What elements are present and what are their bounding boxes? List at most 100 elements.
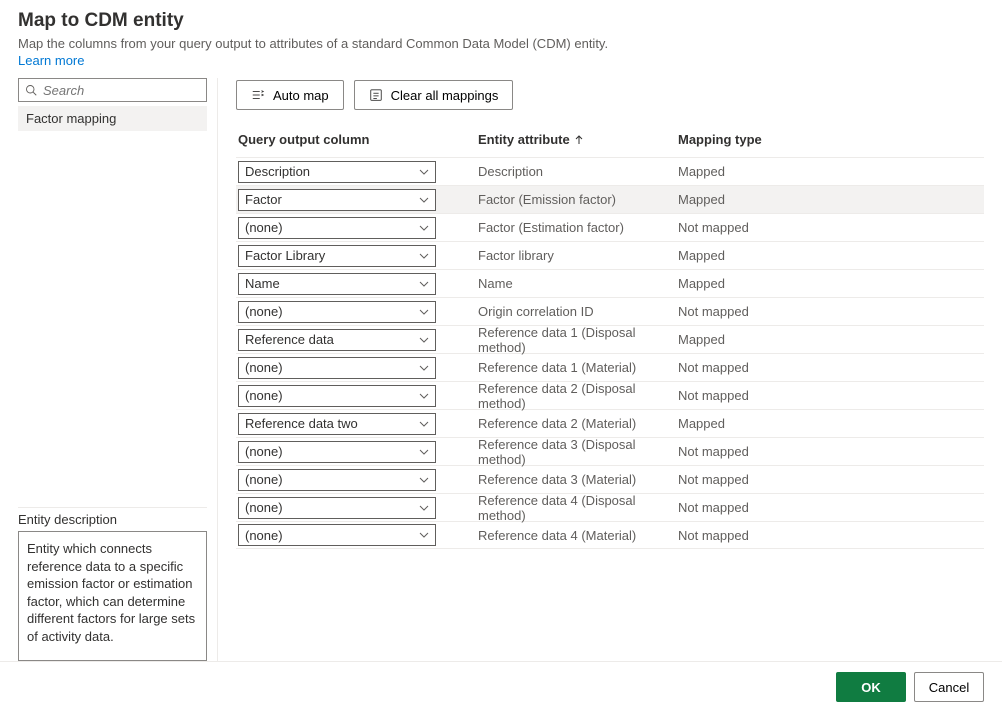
chevron-down-icon	[419, 279, 429, 289]
entity-attribute-value: Reference data 3 (Disposal method)	[476, 437, 676, 467]
dropdown-value: (none)	[245, 444, 283, 459]
dropdown-value: (none)	[245, 500, 283, 515]
mapping-type-value: Not mapped	[676, 444, 796, 459]
mapping-type-value: Not mapped	[676, 220, 796, 235]
table-row[interactable]: (none) Reference data 3 (Material)Not map…	[236, 465, 984, 493]
mapping-type-value: Not mapped	[676, 500, 796, 515]
chevron-down-icon	[419, 167, 429, 177]
dropdown-value: (none)	[245, 528, 283, 543]
entity-attribute-value: Reference data 4 (Material)	[476, 528, 676, 543]
table-row[interactable]: (none) Reference data 3 (Disposal method)…	[236, 437, 984, 465]
mapping-type-value: Mapped	[676, 164, 796, 179]
clear-all-label: Clear all mappings	[391, 88, 499, 103]
table-row[interactable]: Reference data two Reference data 2 (Mate…	[236, 409, 984, 437]
cancel-button[interactable]: Cancel	[914, 672, 984, 702]
auto-map-icon	[251, 88, 265, 102]
table-row[interactable]: Reference data Reference data 1 (Disposal…	[236, 325, 984, 353]
entity-attribute-value: Factor (Emission factor)	[476, 192, 676, 207]
entity-attribute-value: Name	[476, 276, 676, 291]
query-output-dropdown[interactable]: (none)	[238, 217, 436, 239]
table-row[interactable]: (none)Origin correlation IDNot mapped	[236, 297, 984, 325]
entity-attribute-value: Reference data 3 (Material)	[476, 472, 676, 487]
dropdown-value: (none)	[245, 304, 283, 319]
mapping-type-value: Not mapped	[676, 472, 796, 487]
chevron-down-icon	[419, 251, 429, 261]
mapping-type-value: Not mapped	[676, 528, 796, 543]
table-row[interactable]: (none) Reference data 4 (Material)Not map…	[236, 521, 984, 549]
search-input[interactable]	[37, 82, 223, 99]
sort-asc-icon	[574, 135, 584, 145]
entity-attribute-value: Reference data 1 (Disposal method)	[476, 325, 676, 355]
chevron-down-icon	[419, 195, 429, 205]
page-title: Map to CDM entity	[18, 10, 984, 32]
mapping-type-value: Mapped	[676, 276, 796, 291]
sidebar-item-factor-mapping[interactable]: Factor mapping	[18, 106, 207, 131]
table-row[interactable]: (none) Factor (Estimation factor)Not mapp…	[236, 213, 984, 241]
table-body: DescriptionDescriptionMappedFactorFactor…	[236, 157, 984, 549]
query-output-dropdown[interactable]: (none)	[238, 469, 436, 491]
dropdown-value: (none)	[245, 360, 283, 375]
mapping-type-value: Mapped	[676, 416, 796, 431]
chevron-down-icon	[419, 363, 429, 373]
table-row[interactable]: (none) Reference data 1 (Material)Not map…	[236, 353, 984, 381]
query-output-dropdown[interactable]: Reference data	[238, 329, 436, 351]
table-row[interactable]: Factor Library Factor libraryMapped	[236, 241, 984, 269]
header-query-output[interactable]: Query output column	[236, 132, 476, 147]
page-subtitle: Map the columns from your query output t…	[18, 36, 984, 51]
query-output-dropdown[interactable]: (none)	[238, 441, 436, 463]
learn-more-link[interactable]: Learn more	[18, 53, 84, 68]
entity-attribute-value: Factor (Estimation factor)	[476, 220, 676, 235]
auto-map-label: Auto map	[273, 88, 329, 103]
search-icon	[25, 84, 37, 96]
entity-attribute-value: Reference data 4 (Disposal method)	[476, 493, 676, 523]
search-box[interactable]	[18, 78, 207, 102]
dropdown-value: (none)	[245, 220, 283, 235]
query-output-dropdown[interactable]: (none)	[238, 357, 436, 379]
header-mapping-type[interactable]: Mapping type	[676, 132, 796, 147]
mapping-type-value: Not mapped	[676, 304, 796, 319]
query-output-dropdown[interactable]: Description	[238, 161, 436, 183]
query-output-dropdown[interactable]: Factor	[238, 189, 436, 211]
query-output-dropdown[interactable]: (none)	[238, 524, 436, 546]
entity-attribute-value: Reference data 1 (Material)	[476, 360, 676, 375]
mapping-type-value: Not mapped	[676, 360, 796, 375]
mapping-type-value: Not mapped	[676, 388, 796, 403]
dropdown-value: (none)	[245, 472, 283, 487]
header-entity-attribute[interactable]: Entity attribute	[476, 132, 676, 147]
clear-all-button[interactable]: Clear all mappings	[354, 80, 514, 110]
ok-button[interactable]: OK	[836, 672, 906, 702]
chevron-down-icon	[419, 335, 429, 345]
dropdown-value: (none)	[245, 388, 283, 403]
entity-description-label: Entity description	[18, 507, 207, 531]
auto-map-button[interactable]: Auto map	[236, 80, 344, 110]
query-output-dropdown[interactable]: Reference data two	[238, 413, 436, 435]
dropdown-value: Factor Library	[245, 248, 325, 263]
table-row[interactable]: DescriptionDescriptionMapped	[236, 157, 984, 185]
query-output-dropdown[interactable]: (none)	[238, 301, 436, 323]
table-row[interactable]: NameNameMapped	[236, 269, 984, 297]
mapping-type-value: Mapped	[676, 192, 796, 207]
mapping-type-value: Mapped	[676, 248, 796, 263]
query-output-dropdown[interactable]: (none)	[238, 497, 436, 519]
chevron-down-icon	[419, 419, 429, 429]
table-header: Query output column Entity attribute Map…	[236, 122, 984, 157]
query-output-dropdown[interactable]: Factor Library	[238, 245, 436, 267]
entity-description-text: Entity which connects reference data to …	[18, 531, 207, 661]
table-row[interactable]: (none)Reference data 2 (Disposal method)…	[236, 381, 984, 409]
entity-attribute-value: Factor library	[476, 248, 676, 263]
entity-attribute-value: Reference data 2 (Material)	[476, 416, 676, 431]
chevron-down-icon	[419, 223, 429, 233]
entity-attribute-value: Description	[476, 164, 676, 179]
clear-all-icon	[369, 88, 383, 102]
dropdown-value: Reference data two	[245, 416, 358, 431]
table-row[interactable]: Factor Factor (Emission factor)Mapped	[236, 185, 984, 213]
mapping-type-value: Mapped	[676, 332, 796, 347]
dropdown-value: Description	[245, 164, 310, 179]
chevron-down-icon	[419, 307, 429, 317]
chevron-down-icon	[419, 530, 429, 540]
query-output-dropdown[interactable]: Name	[238, 273, 436, 295]
table-row[interactable]: (none) Reference data 4 (Disposal method)…	[236, 493, 984, 521]
query-output-dropdown[interactable]: (none)	[238, 385, 436, 407]
dropdown-value: Reference data	[245, 332, 334, 347]
sidebar: Factor mapping Entity description Entity…	[18, 78, 218, 661]
